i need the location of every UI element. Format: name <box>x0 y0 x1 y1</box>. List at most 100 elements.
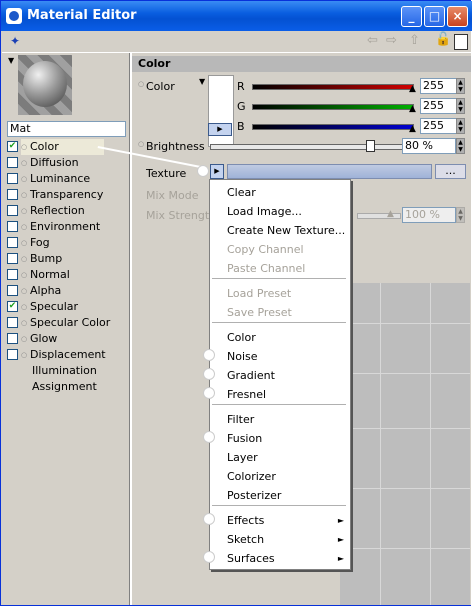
b-slider[interactable] <box>252 124 414 130</box>
channel-item-bump[interactable]: Bump <box>6 251 130 267</box>
channel-checkbox[interactable] <box>7 349 18 360</box>
b-value-field[interactable]: 255 <box>420 118 457 134</box>
channel-item-displacement[interactable]: Displacement <box>6 347 130 363</box>
maximize-button[interactable]: □ <box>424 6 445 27</box>
menu-item-layer[interactable]: Layer <box>210 448 348 467</box>
minimize-button[interactable]: _ <box>401 6 422 27</box>
channel-checkbox[interactable] <box>7 189 18 200</box>
menu-item-sketch[interactable]: Sketch ► <box>210 530 348 549</box>
color-picker-button[interactable]: ▶ <box>208 123 232 136</box>
channel-checkbox[interactable] <box>7 317 18 328</box>
channel-checkbox[interactable] <box>7 205 18 216</box>
menu-item-effects[interactable]: Effects ► <box>210 511 348 530</box>
channel-item-diffusion[interactable]: Diffusion <box>6 155 130 171</box>
g-value-field[interactable]: 255 <box>420 98 457 114</box>
channel-label: Environment <box>21 219 100 235</box>
menu-item-label: Create New Texture... <box>227 224 346 237</box>
mix-strength-value-field[interactable]: 100 % <box>402 207 456 223</box>
channel-label: Assignment <box>32 380 97 393</box>
viewport-background <box>340 283 470 605</box>
channel-checkbox[interactable] <box>7 221 18 232</box>
panel-toggle-icon[interactable] <box>454 34 468 50</box>
channel-checkbox[interactable] <box>7 237 18 248</box>
channel-item-fog[interactable]: Fog <box>6 235 130 251</box>
forward-arrow-icon[interactable]: ⇨ <box>386 33 397 48</box>
menu-item-label: Noise <box>227 350 258 363</box>
mix-strength-thumb-icon[interactable]: ▲ <box>387 209 394 219</box>
material-name-input[interactable]: Mat <box>7 121 126 137</box>
channel-checkbox[interactable]: ✔ <box>7 141 18 152</box>
menu-item-posterizer[interactable]: Posterizer <box>210 486 348 505</box>
menu-item-clear[interactable]: Clear <box>210 183 348 202</box>
channel-checkbox[interactable] <box>7 157 18 168</box>
menu-separator <box>212 404 346 405</box>
mix-strength-slider[interactable] <box>357 213 401 219</box>
channel-item-specular[interactable]: ✔Specular <box>6 299 130 315</box>
r-spinner[interactable]: ▲ ▼ <box>456 78 465 94</box>
texture-field[interactable] <box>227 164 432 179</box>
color-mode-arrow-icon[interactable]: ▼ <box>199 77 205 86</box>
channel-item-transparency[interactable]: Transparency <box>6 187 130 203</box>
lock-icon[interactable]: 🔓 <box>435 32 451 47</box>
g-spinner[interactable]: ▲ ▼ <box>456 98 465 114</box>
brightness-value-field[interactable]: 80 % <box>402 138 456 154</box>
texture-menu-button[interactable]: ▶ <box>210 164 224 179</box>
channel-checkbox[interactable]: ✔ <box>7 301 18 312</box>
r-value-field[interactable]: 255 <box>420 78 457 94</box>
channel-item-alpha[interactable]: Alpha <box>6 283 130 299</box>
mix-strength-spinner[interactable]: ▲ ▼ <box>456 207 465 223</box>
r-slider[interactable] <box>252 84 414 90</box>
menu-item-filter[interactable]: Filter <box>210 410 348 429</box>
r-slider-thumb-icon[interactable]: ▲ <box>409 84 416 94</box>
b-spinner[interactable]: ▲ ▼ <box>456 118 465 134</box>
channel-checkbox[interactable] <box>7 173 18 184</box>
menu-item-fresnel[interactable]: Fresnel <box>210 385 348 404</box>
brightness-spinner[interactable]: ▲ ▼ <box>456 138 465 154</box>
menu-item-label: Layer <box>227 451 258 464</box>
channel-item-normal[interactable]: Normal <box>6 267 130 283</box>
up-arrow-icon[interactable]: ⇧ <box>409 33 420 48</box>
material-preview[interactable] <box>18 55 72 115</box>
menu-item-load-preset[interactable]: Load Preset <box>210 284 348 303</box>
channel-item-glow[interactable]: Glow <box>6 331 130 347</box>
g-slider-thumb-icon[interactable]: ▲ <box>409 104 416 114</box>
pin-icon[interactable]: ✦ <box>10 34 20 48</box>
close-button[interactable]: × <box>447 6 468 27</box>
menu-item-load-image[interactable]: Load Image... <box>210 202 348 221</box>
back-arrow-icon[interactable]: ⇦ <box>367 33 378 48</box>
g-slider[interactable] <box>252 104 414 110</box>
menu-item-surfaces[interactable]: Surfaces ► <box>210 549 348 568</box>
title-bar[interactable]: Material Editor _ □ × <box>1 1 472 31</box>
channel-item-specular-color[interactable]: Specular Color <box>6 315 130 331</box>
texture-browse-button[interactable]: ... <box>435 164 466 179</box>
annotation-marker <box>203 431 215 443</box>
channel-item-reflection[interactable]: Reflection <box>6 203 130 219</box>
brightness-slider-thumb[interactable] <box>366 140 375 152</box>
channel-checkbox[interactable] <box>7 269 18 280</box>
channel-checkbox[interactable] <box>7 285 18 296</box>
channel-item-color[interactable]: ✔Color <box>6 139 130 155</box>
menu-item-color[interactable]: Color <box>210 328 348 347</box>
menu-item-fusion[interactable]: Fusion <box>210 429 348 448</box>
channel-item-luminance[interactable]: Luminance <box>6 171 130 187</box>
menu-item-paste-channel[interactable]: Paste Channel <box>210 259 348 278</box>
b-slider-thumb-icon[interactable]: ▲ <box>409 124 416 134</box>
annotation-marker <box>203 349 215 361</box>
color-swatch[interactable] <box>208 75 234 147</box>
menu-item-copy-channel[interactable]: Copy Channel <box>210 240 348 259</box>
menu-item-colorizer[interactable]: Colorizer <box>210 467 348 486</box>
channel-item-assignment[interactable]: Assignment <box>6 379 130 395</box>
channel-checkbox[interactable] <box>7 333 18 344</box>
channel-item-illumination[interactable]: Illumination <box>6 363 130 379</box>
channel-checkbox[interactable] <box>7 253 18 264</box>
menu-item-gradient[interactable]: Gradient <box>210 366 348 385</box>
annotation-marker <box>203 368 215 380</box>
menu-item-noise[interactable]: Noise <box>210 347 348 366</box>
menu-item-create-new-texture[interactable]: Create New Texture... <box>210 221 348 240</box>
brightness-slider[interactable] <box>210 144 412 150</box>
channel-item-environment[interactable]: Environment <box>6 219 130 235</box>
menu-item-label: Save Preset <box>227 306 292 319</box>
annotation-marker <box>203 551 215 563</box>
preview-menu-arrow-icon[interactable]: ▼ <box>8 56 14 65</box>
menu-item-save-preset[interactable]: Save Preset <box>210 303 348 322</box>
